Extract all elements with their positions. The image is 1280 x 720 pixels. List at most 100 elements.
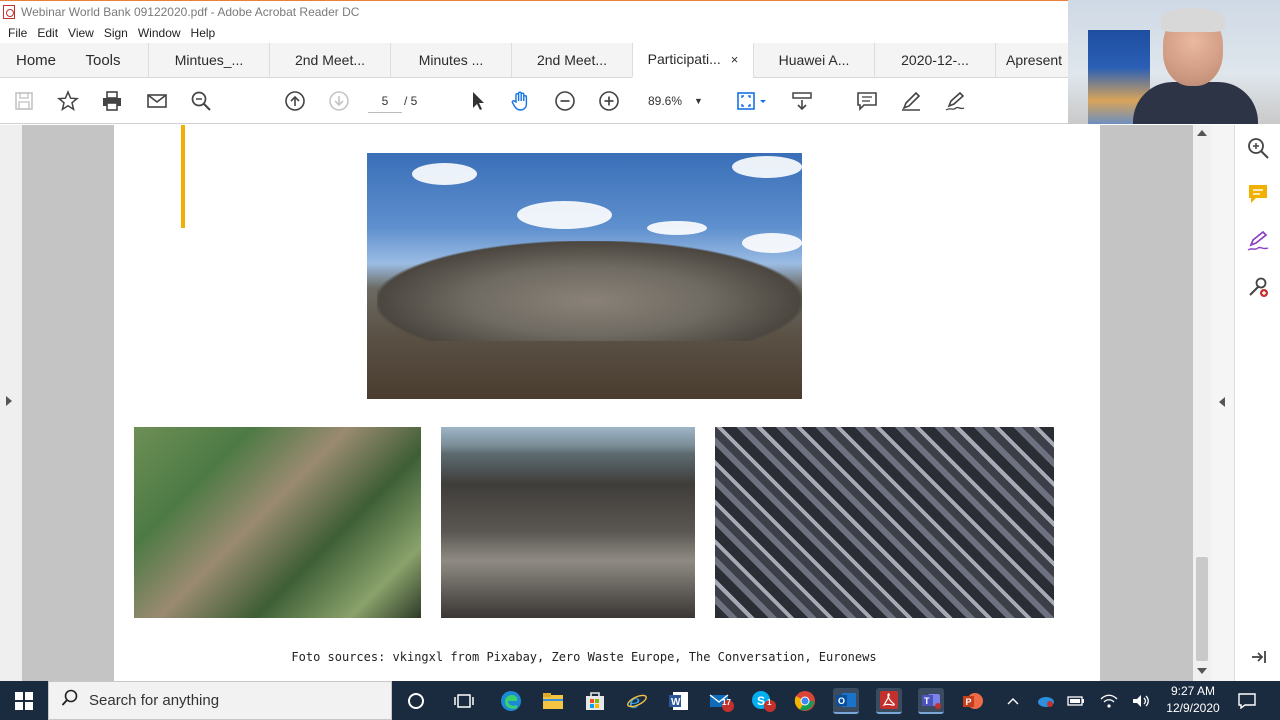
- comment-icon[interactable]: [855, 89, 879, 113]
- doc-tab-label: 2020-12-...: [901, 52, 969, 68]
- battery-icon[interactable]: [1066, 691, 1086, 711]
- scroll-down-icon[interactable]: [1197, 668, 1207, 674]
- title-bar: Webinar World Bank 09122020.pdf - Adobe …: [0, 0, 1068, 23]
- hand-tool-icon[interactable]: [509, 89, 533, 113]
- chevron-up-icon[interactable]: [1003, 691, 1023, 711]
- menu-sign[interactable]: Sign: [104, 26, 128, 40]
- word-icon[interactable]: W: [666, 688, 692, 714]
- microsoft-store-icon[interactable]: [582, 688, 608, 714]
- page-number-input[interactable]: 5: [368, 89, 402, 113]
- doc-tab-label: 2nd Meet...: [294, 52, 366, 68]
- page-total: / 5: [404, 94, 418, 108]
- zoom-in-icon[interactable]: [597, 89, 621, 113]
- expand-right-pane-icon[interactable]: [1219, 397, 1225, 407]
- doc-tab-active[interactable]: Participati... ×: [632, 42, 753, 78]
- sign-icon[interactable]: [943, 89, 967, 113]
- webcam-video: [1068, 0, 1280, 124]
- internet-explorer-icon[interactable]: e: [624, 688, 650, 714]
- tab-tools[interactable]: Tools: [72, 43, 134, 78]
- doc-tab-label: Apresent: [1006, 52, 1063, 68]
- bookmark-star-icon[interactable]: [56, 89, 80, 113]
- doc-tab[interactable]: 2020-12-...: [874, 42, 995, 78]
- clock-date: 12/9/2020: [1166, 701, 1220, 715]
- menu-help[interactable]: Help: [191, 26, 216, 40]
- mail-badge: 17: [722, 698, 731, 707]
- save-icon[interactable]: [12, 89, 36, 113]
- pdf-page: Foto sources: vkingxl from Pixabay, Zero…: [114, 125, 1100, 681]
- menu-edit[interactable]: Edit: [37, 26, 58, 40]
- svg-text:O: O: [838, 696, 845, 706]
- onedrive-icon[interactable]: [1035, 691, 1055, 711]
- windows-start-button[interactable]: [0, 681, 48, 720]
- zoom-dropdown[interactable]: 89.6% ▼: [640, 89, 712, 113]
- presenter-body: [1133, 82, 1258, 124]
- document-viewport[interactable]: Foto sources: vkingxl from Pixabay, Zero…: [0, 125, 1234, 681]
- toolbar: 5 / 5 89.6% ▼: [0, 79, 1068, 124]
- tab-home[interactable]: Home: [0, 43, 72, 78]
- doc-tab[interactable]: Huawei A...: [753, 42, 874, 78]
- zoom-value: 89.6%: [648, 94, 683, 108]
- notification-center-icon[interactable]: [1237, 691, 1257, 711]
- acrobat-reader-icon[interactable]: [876, 688, 902, 714]
- doc-tab[interactable]: Mintues_...: [148, 42, 269, 78]
- task-view-icon[interactable]: [451, 688, 477, 714]
- window-title: Webinar World Bank 09122020.pdf - Adobe …: [21, 5, 360, 19]
- doc-tab[interactable]: 2nd Meet...: [511, 42, 632, 78]
- search-icon: [61, 689, 79, 712]
- scrap-heap-photo: [367, 153, 802, 399]
- highlight-pen-icon[interactable]: [899, 89, 923, 113]
- file-explorer-icon[interactable]: [540, 688, 566, 714]
- scrollbar-thumb[interactable]: [1196, 557, 1208, 661]
- teams-icon[interactable]: T: [918, 688, 944, 714]
- doc-tab-label: 2nd Meet...: [536, 52, 608, 68]
- zoom-out-icon[interactable]: [553, 89, 577, 113]
- taskbar-search-input[interactable]: Search for anything: [48, 681, 392, 720]
- vertical-scrollbar[interactable]: [1193, 125, 1211, 681]
- circuit-boards-photo: [134, 427, 421, 618]
- collapse-pane-icon[interactable]: [1246, 645, 1270, 669]
- fit-page-icon[interactable]: [735, 89, 769, 113]
- doc-tab[interactable]: Minutes ...: [390, 42, 511, 78]
- more-tools-icon[interactable]: [1246, 275, 1270, 299]
- caption-text: Foto sources: vkingxl from Pixabay, Zero…: [291, 650, 877, 664]
- svg-text:T: T: [924, 696, 930, 706]
- scroll-mode-icon[interactable]: [790, 89, 814, 113]
- doc-tab-label: Mintues_...: [174, 52, 244, 68]
- print-icon[interactable]: [100, 89, 124, 113]
- close-tab-icon[interactable]: ×: [731, 52, 739, 67]
- left-nav-strip: [0, 125, 22, 681]
- right-pane-toggle-strip: [1211, 125, 1234, 681]
- doc-tab[interactable]: Apresent: [995, 42, 1065, 78]
- menu-view[interactable]: View: [68, 26, 94, 40]
- menu-file[interactable]: File: [8, 26, 27, 40]
- volume-icon[interactable]: [1131, 691, 1151, 711]
- doc-tab[interactable]: 2nd Meet...: [269, 42, 390, 78]
- fill-sign-icon[interactable]: [1246, 229, 1270, 253]
- edge-browser-icon[interactable]: [498, 688, 524, 714]
- search-zoom-icon[interactable]: [189, 89, 213, 113]
- mail-icon[interactable]: 17: [708, 688, 734, 714]
- doc-tab-label: Participati...: [647, 51, 721, 67]
- expand-left-pane-icon[interactable]: [6, 396, 12, 406]
- search-placeholder: Search for anything: [89, 692, 220, 709]
- tab-bar: Home Tools Mintues_... 2nd Meet... Minut…: [0, 42, 1068, 78]
- skype-icon[interactable]: S 1: [750, 688, 776, 714]
- search-zoom-icon[interactable]: [1246, 136, 1270, 160]
- page-down-icon[interactable]: [327, 89, 351, 113]
- wifi-icon[interactable]: [1099, 691, 1119, 711]
- presenter-hair: [1161, 8, 1225, 32]
- scroll-up-icon[interactable]: [1197, 130, 1207, 136]
- comment-icon[interactable]: [1246, 182, 1270, 206]
- cortana-icon[interactable]: [403, 688, 429, 714]
- chrome-icon[interactable]: [792, 688, 818, 714]
- doc-tab-label: Huawei A...: [778, 52, 850, 68]
- email-icon[interactable]: [145, 89, 169, 113]
- acrobat-app-icon: [3, 5, 15, 19]
- page-up-icon[interactable]: [283, 89, 307, 113]
- system-clock[interactable]: 9:27 AM 12/9/2020: [1158, 683, 1228, 717]
- powerpoint-icon[interactable]: P: [960, 688, 986, 714]
- menu-window[interactable]: Window: [138, 26, 181, 40]
- svg-text:P: P: [966, 697, 972, 707]
- select-pointer-icon[interactable]: [466, 89, 490, 113]
- outlook-icon[interactable]: O: [833, 688, 859, 714]
